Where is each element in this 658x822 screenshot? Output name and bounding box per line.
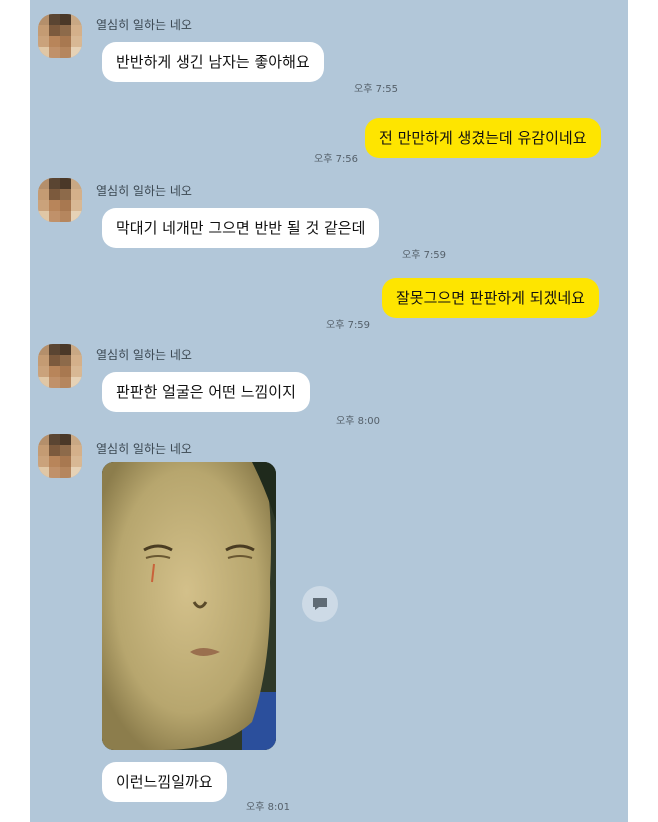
message-time: 오후 7:59 <box>326 320 371 331</box>
share-button[interactable] <box>302 586 338 622</box>
image-message[interactable] <box>102 462 276 750</box>
right-border <box>628 0 658 822</box>
left-border <box>0 0 30 822</box>
message-time: 오후 7:56 <box>314 154 359 165</box>
sender-name: 열심히 일하는 네오 <box>96 442 192 456</box>
message-bubble[interactable]: 이런느낌일까요 <box>102 762 227 802</box>
flat-face-photo <box>102 462 276 750</box>
message-time: 오후 7:55 <box>354 84 399 95</box>
message-time: 오후 7:59 <box>402 250 447 261</box>
sender-avatar[interactable] <box>38 344 82 388</box>
sender-avatar[interactable] <box>38 178 82 222</box>
message-time: 오후 8:01 <box>246 802 291 813</box>
message-time: 오후 8:00 <box>336 416 381 427</box>
speech-bubble-icon <box>313 598 327 610</box>
sender-avatar[interactable] <box>38 14 82 58</box>
sender-name: 열심히 일하는 네오 <box>96 18 192 32</box>
message-bubble[interactable]: 판판한 얼굴은 어떤 느낌이지 <box>102 372 310 412</box>
chat-area[interactable]: 열심히 일하는 네오 반반하게 생긴 남자는 좋아해요 오후 7:55 전 만만… <box>30 0 628 822</box>
sender-avatar[interactable] <box>38 434 82 478</box>
sender-name: 열심히 일하는 네오 <box>96 348 192 362</box>
sender-name: 열심히 일하는 네오 <box>96 184 192 198</box>
message-bubble[interactable]: 전 만만하게 생겼는데 유감이네요 <box>365 118 601 158</box>
message-bubble[interactable]: 막대기 네개만 그으면 반반 될 것 같은데 <box>102 208 380 248</box>
message-bubble[interactable]: 잘못그으면 판판하게 되겠네요 <box>382 278 599 318</box>
message-bubble[interactable]: 반반하게 생긴 남자는 좋아해요 <box>102 42 324 82</box>
